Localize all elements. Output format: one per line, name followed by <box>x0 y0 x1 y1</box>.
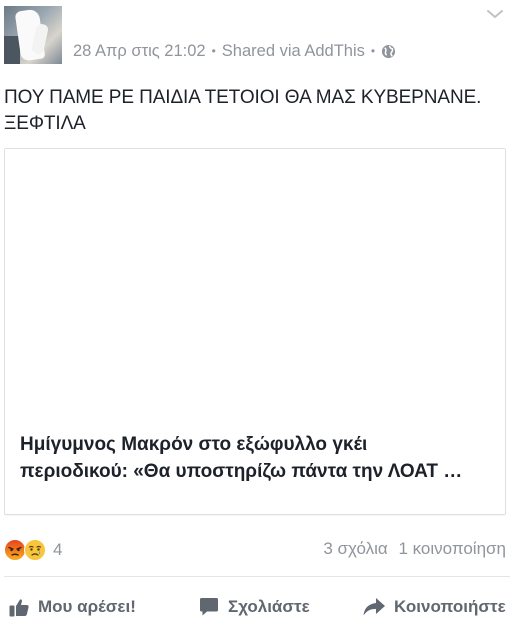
chevron-down-icon[interactable] <box>486 8 504 20</box>
post-meta: 28 Απρ στις 21:02 • Shared via AddThis • <box>73 40 396 62</box>
comment-button[interactable]: Σχολιάστε <box>198 592 310 622</box>
link-title[interactable]: Ημίγυμνος Μακρόν στο εξώφυλλο γκέι περιο… <box>20 431 495 485</box>
meta-separator: • <box>211 44 216 58</box>
share-button[interactable]: Κοινοποιήστε <box>362 592 506 622</box>
share-arrow-icon <box>363 598 385 616</box>
post-header: 28 Απρ στις 21:02 • Shared via AddThis • <box>0 0 518 72</box>
like-button-label: Μου αρέσει! <box>38 597 136 616</box>
like-button[interactable]: Μου αρέσει! <box>8 592 136 622</box>
reactions-summary[interactable]: 4 <box>4 538 62 562</box>
post-text-line: ΠΟΥ ΠΑΜΕ ΡΕ ΠΑΙΔΙΑ ΤΕΤΟΙΟΙ ΘΑ ΜΑΣ ΚΥΒΕΡΝ… <box>4 87 482 108</box>
reaction-count: 4 <box>53 540 63 559</box>
angry-reaction-icon <box>4 539 26 561</box>
post-actions: Μου αρέσει! Σχολιάστε Κοινοποιήστε <box>0 592 518 622</box>
thumbs-up-icon <box>9 599 29 617</box>
avatar[interactable] <box>4 6 62 64</box>
comments-count-link[interactable]: 3 σχόλια <box>323 539 387 558</box>
shares-count-link[interactable]: 1 κοινοποίηση <box>398 539 506 558</box>
shared-link-card[interactable]: Ημίγυμνος Μακρόν στο εξώφυλλο γκέι περιο… <box>4 148 506 515</box>
engagement-stats: 3 σχόλια 1 κοινοποίηση <box>323 539 506 559</box>
meta-separator: • <box>370 44 376 58</box>
comment-button-label: Σχολιάστε <box>228 597 310 616</box>
post-timestamp[interactable]: 28 Απρ στις 21:02 <box>73 42 206 61</box>
post-text-line: ΞΕΦΤΙΛΑ <box>4 113 86 134</box>
shared-via-label[interactable]: Shared via AddThis <box>222 42 365 61</box>
post-text: ΠΟΥ ΠΑΜΕ ΡΕ ΠΑΙΔΙΑ ΤΕΤΟΙΟΙ ΘΑ ΜΑΣ ΚΥΒΕΡΝ… <box>4 85 514 137</box>
sad-reaction-icon <box>24 539 46 561</box>
share-button-label: Κοινοποιήστε <box>394 597 506 616</box>
author-name-redacted <box>74 12 214 28</box>
comment-icon <box>200 598 218 616</box>
globe-icon[interactable] <box>381 44 396 59</box>
link-preview-image[interactable] <box>5 149 505 421</box>
link-title-line: περιοδικού: «Θα υποστηρίζω πάντα την ΛΟΑ… <box>20 461 463 482</box>
link-title-line: Ημίγυμνος Μακρόν στο εξώφυλλο γκέι <box>20 434 368 455</box>
divider <box>4 576 510 577</box>
